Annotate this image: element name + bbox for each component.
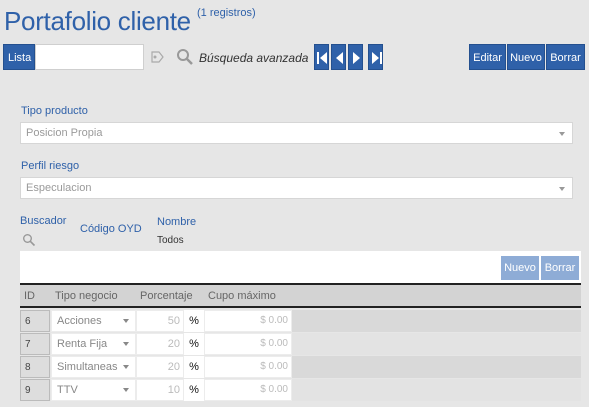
next-page-icon <box>353 52 360 64</box>
advanced-search-link[interactable]: Búsqueda avanzada <box>199 51 308 65</box>
percent-symbol: % <box>184 379 204 401</box>
row-filler <box>292 379 581 401</box>
grid-header: ID Tipo negocio Porcentaje Cupo máximo <box>20 283 581 308</box>
nuevo-button[interactable]: Nuevo <box>507 44 545 70</box>
editar-button[interactable]: Editar <box>469 44 506 70</box>
borrar-button[interactable]: Borrar <box>546 44 585 70</box>
search-input[interactable] <box>35 44 144 70</box>
tipo-negocio-select[interactable]: Acciones <box>51 310 136 332</box>
porcentaje-input[interactable]: 50 <box>136 310 184 332</box>
row-filler <box>292 333 581 355</box>
porcentaje-input[interactable]: 20 <box>136 333 184 355</box>
chevron-down-icon <box>123 365 129 369</box>
nombre-label: Nombre <box>157 216 197 228</box>
table-row[interactable]: 8 Simultaneas 20 % $ 0.00 <box>20 356 581 378</box>
grid-borrar-button[interactable]: Borrar <box>541 256 579 280</box>
table-row[interactable]: 9 TTV 10 % $ 0.00 <box>20 379 581 401</box>
tipo-negocio-value: Simultaneas <box>57 361 118 373</box>
buscador-search-icon[interactable] <box>22 233 36 247</box>
tipo-negocio-value: Acciones <box>57 315 102 327</box>
grid-nuevo-button[interactable]: Nuevo <box>501 256 539 280</box>
tipo-negocio-select[interactable]: Renta Fija <box>51 333 136 355</box>
percent-symbol: % <box>184 310 204 332</box>
page-title: Portafolio cliente <box>4 6 191 36</box>
porcentaje-input[interactable]: 20 <box>136 356 184 378</box>
clear-filter-icon[interactable] <box>148 49 166 65</box>
column-header-id[interactable]: ID <box>24 290 35 302</box>
next-page-button[interactable] <box>348 44 363 70</box>
last-page-button[interactable] <box>368 44 383 70</box>
first-page-button[interactable] <box>314 44 329 70</box>
tipo-producto-value: Posicion Propia <box>26 127 103 139</box>
perfil-riesgo-select[interactable]: Especulacion <box>20 177 573 199</box>
porcentaje-input[interactable]: 10 <box>136 379 184 401</box>
percent-symbol: % <box>184 356 204 378</box>
chevron-down-icon <box>123 319 129 323</box>
lista-button[interactable]: Lista <box>3 44 35 70</box>
table-row[interactable]: 7 Renta Fija 20 % $ 0.00 <box>20 333 581 355</box>
percent-symbol: % <box>184 333 204 355</box>
tipo-negocio-select[interactable]: Simultaneas <box>51 356 136 378</box>
row-id: 9 <box>20 379 50 401</box>
prev-page-button[interactable] <box>331 44 346 70</box>
buscador-label: Buscador <box>20 215 67 227</box>
chevron-down-icon <box>123 342 129 346</box>
cupo-maximo-input[interactable]: $ 0.00 <box>204 379 292 401</box>
tipo-negocio-select[interactable]: TTV <box>51 379 136 401</box>
cupo-maximo-input[interactable]: $ 0.00 <box>204 333 292 355</box>
record-count: (1 registros) <box>197 7 256 19</box>
tipo-negocio-value: Renta Fija <box>57 338 108 350</box>
column-header-cupo-maximo[interactable]: Cupo máximo <box>208 290 276 302</box>
column-header-tipo-negocio[interactable]: Tipo negocio <box>55 290 118 302</box>
chevron-down-icon <box>559 187 565 191</box>
tipo-producto-label: Tipo producto <box>21 105 88 117</box>
chevron-down-icon <box>123 388 129 392</box>
column-header-porcentaje[interactable]: Porcentaje <box>140 290 193 302</box>
cupo-maximo-input[interactable]: $ 0.00 <box>204 356 292 378</box>
grid-toolbar <box>20 251 581 283</box>
tipo-negocio-value: TTV <box>57 384 78 396</box>
chevron-down-icon <box>559 132 565 136</box>
toolbar: Lista Búsqueda avanzada Editar Nuevo Bor… <box>3 44 585 71</box>
perfil-riesgo-label: Perfil riesgo <box>21 160 80 172</box>
table-row[interactable]: 6 Acciones 50 % $ 0.00 <box>20 310 581 332</box>
codigo-oyd-label: Código OYD <box>80 223 142 235</box>
prev-page-icon <box>336 52 343 64</box>
last-page-icon <box>372 52 382 64</box>
tipo-producto-select[interactable]: Posicion Propia <box>20 122 573 144</box>
first-page-icon <box>317 52 327 64</box>
row-filler <box>292 356 581 378</box>
cupo-maximo-input[interactable]: $ 0.00 <box>204 310 292 332</box>
row-id: 6 <box>20 310 50 332</box>
perfil-riesgo-value: Especulacion <box>26 182 92 194</box>
row-filler <box>292 310 581 332</box>
row-id: 8 <box>20 356 50 378</box>
row-id: 7 <box>20 333 50 355</box>
nombre-value: Todos <box>157 235 184 246</box>
search-icon[interactable] <box>176 48 194 66</box>
